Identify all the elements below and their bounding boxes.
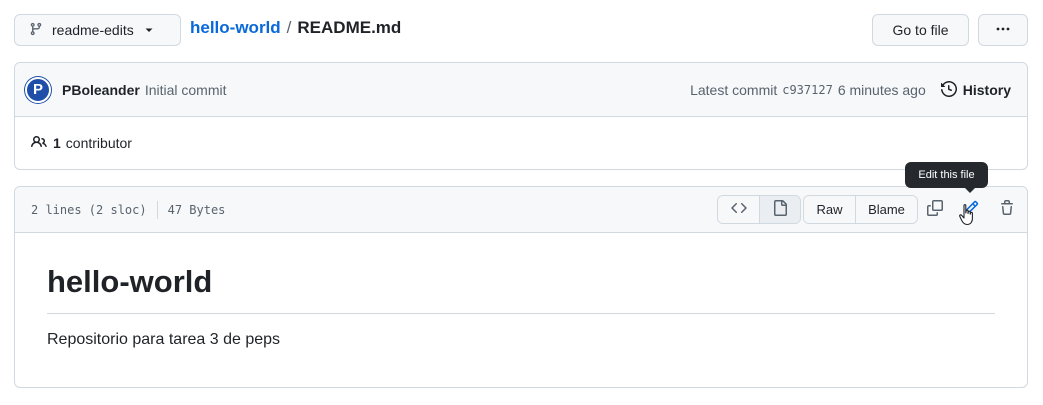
commit-header: P PBoleander Initial commit Latest commi… [15,63,1027,117]
repo-link[interactable]: hello-world [190,18,281,38]
triangle-down-icon [144,22,154,38]
breadcrumb: hello-world / README.md [190,18,401,38]
avatar[interactable]: P [25,76,51,103]
latest-commit-box: P PBoleander Initial commit Latest commi… [14,62,1028,170]
contributor-count: 1 [53,135,61,151]
readme-content: hello-world Repositorio para tarea 3 de … [15,233,1027,349]
kebab-horizontal-icon [995,21,1011,40]
breadcrumb-separator: / [286,18,292,37]
commit-message[interactable]: Initial commit [145,82,227,98]
contributors-row[interactable]: 1 contributor [15,117,1027,169]
edit-tooltip: Edit this file [905,162,988,193]
file-viewer: 2 lines (2 sloc) 47 Bytes Raw Blame hell… [14,186,1028,388]
commit-meta: Latest commit c937127 6 minutes ago Hist… [690,63,1011,117]
file-lines: 2 lines (2 sloc) [31,203,147,217]
commit-sha[interactable]: c937127 [782,83,833,97]
hand-pointer-cursor-icon [958,203,978,230]
go-to-file-button[interactable]: Go to file [872,14,969,46]
trash-icon [999,200,1015,219]
code-icon [730,200,747,219]
people-icon [31,134,47,153]
contributor-label: contributor [65,135,132,151]
more-options-button[interactable] [978,14,1028,46]
blame-button[interactable]: Blame [855,196,917,223]
code-view-button[interactable] [718,196,759,223]
file-info-divider [156,201,158,219]
readme-heading: hello-world [47,264,995,314]
raw-button[interactable]: Raw [804,196,855,223]
file-icon [772,200,788,219]
copy-raw-button[interactable] [920,195,950,224]
file-navigation-bar: readme-edits hello-world / README.md Go … [14,14,1028,46]
file-info: 2 lines (2 sloc) 47 Bytes [31,187,225,233]
file-name: README.md [297,18,402,37]
commit-author[interactable]: PBoleander [62,82,140,98]
history-icon [940,80,957,100]
branch-name: readme-edits [52,22,134,38]
file-size: 47 Bytes [167,203,226,217]
view-mode-toggle [717,195,801,224]
delete-file-button[interactable] [992,195,1022,224]
latest-commit-label: Latest commit [690,82,778,98]
preview-view-button[interactable] [759,196,800,223]
history-button[interactable]: History [940,80,1011,100]
git-branch-icon [29,22,43,39]
readme-paragraph: Repositorio para tarea 3 de peps [47,330,281,348]
commit-time: 6 minutes ago [837,82,926,98]
copy-icon [927,200,943,219]
branch-selector-button[interactable]: readme-edits [14,14,181,46]
history-label: History [962,82,1011,98]
raw-blame-group: Raw Blame [803,195,918,224]
file-header: 2 lines (2 sloc) 47 Bytes Raw Blame [15,187,1027,233]
